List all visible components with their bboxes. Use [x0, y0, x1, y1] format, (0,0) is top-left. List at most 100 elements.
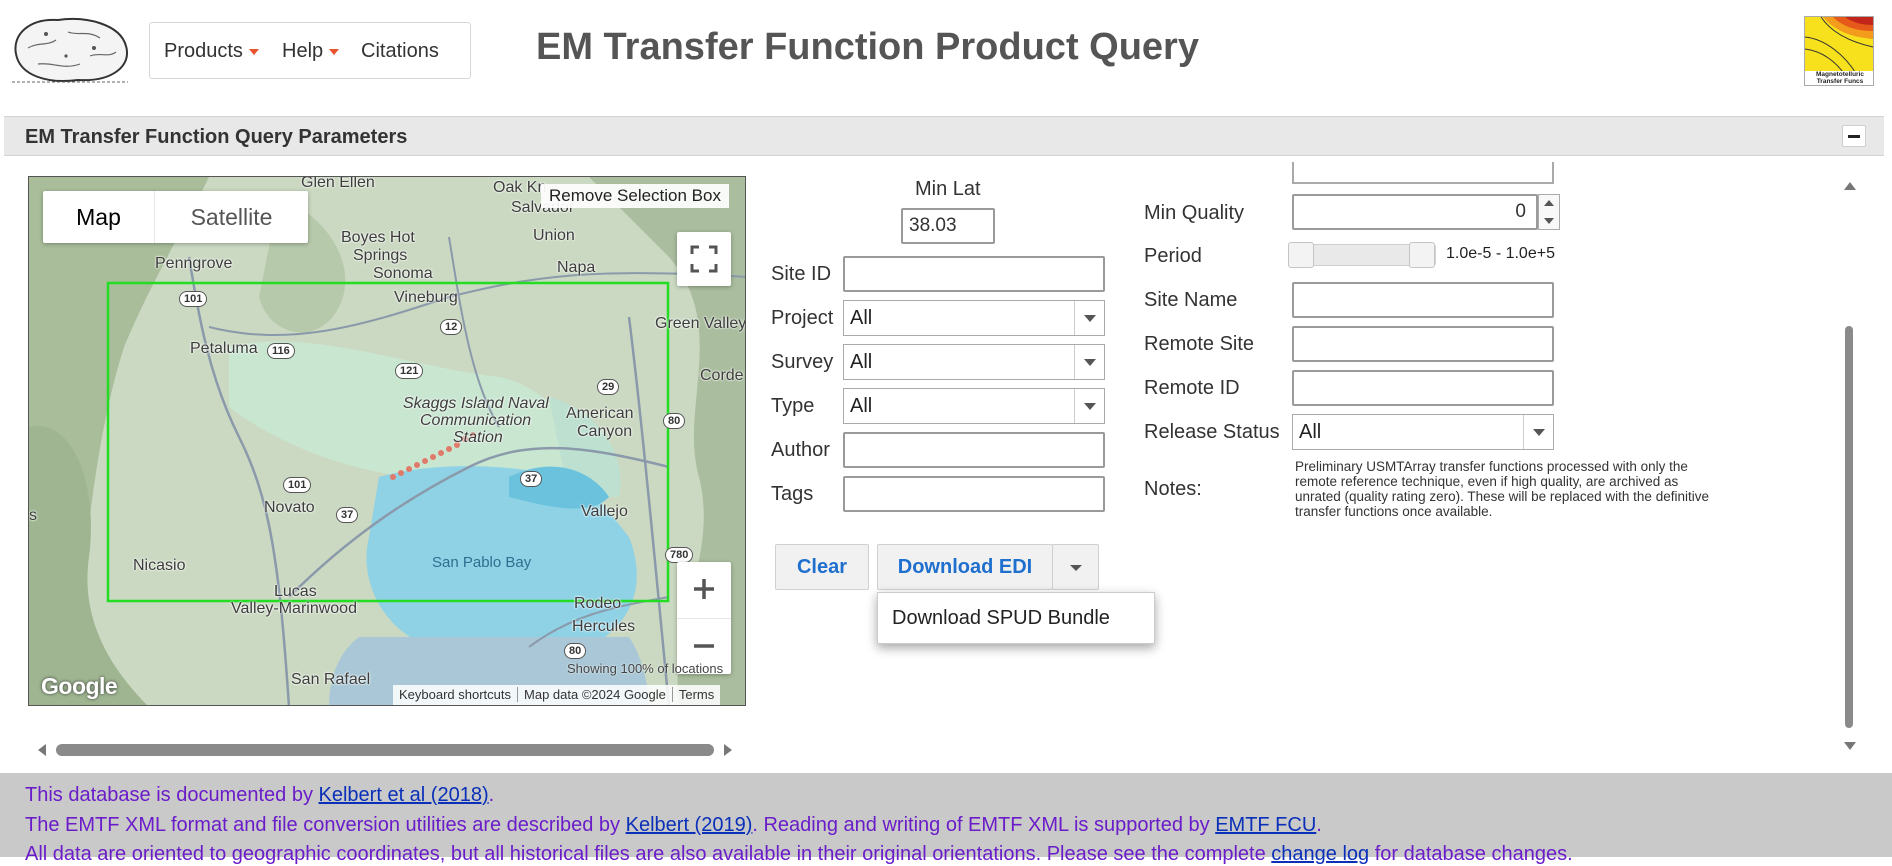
- potato-logo[interactable]: [8, 12, 132, 86]
- site-name-input[interactable]: [1292, 282, 1554, 318]
- period-max-handle[interactable]: [1409, 242, 1435, 268]
- map-label: San Pablo Bay: [432, 554, 532, 571]
- kelbert-2019-link[interactable]: Kelbert (2019): [626, 814, 753, 836]
- map-label: Green Valley: [655, 315, 746, 332]
- map-type-map-button[interactable]: Map: [43, 191, 155, 243]
- map-attribution-bar: Keyboard shortcuts Map data ©2024 Google T…: [393, 685, 721, 705]
- route-shield: 12: [440, 319, 463, 335]
- change-log-link[interactable]: change log: [1271, 843, 1369, 865]
- survey-select[interactable]: All: [843, 344, 1105, 380]
- route-shield: 29: [597, 379, 620, 395]
- fullscreen-button[interactable]: [677, 232, 731, 286]
- footer-text: The EMTF XML format and file conversion …: [25, 814, 626, 836]
- period-range-text: 1.0e-5 - 1.0e+5: [1446, 245, 1555, 262]
- map-label: Valley-Marinwood: [231, 600, 357, 617]
- author-input[interactable]: [843, 432, 1105, 468]
- scroll-left-icon[interactable]: [38, 744, 46, 756]
- map-label: Canyon: [577, 423, 633, 440]
- chevron-down-icon: [1074, 389, 1104, 423]
- nav-citations[interactable]: Citations: [361, 23, 439, 80]
- project-label: Project: [771, 307, 834, 329]
- mt-transfer-funcs-logo[interactable]: Magnetotelluric Transfer Funcs: [1804, 16, 1874, 86]
- map-label: Sonoma: [373, 265, 433, 282]
- panel-header: EM Transfer Function Query Parameters: [4, 116, 1884, 156]
- nav-help-label: Help: [282, 40, 324, 62]
- map-view[interactable]: Glen Ellen Oak Kn Salvador Boyes Hot Spr…: [28, 176, 746, 706]
- zoom-in-button[interactable]: [677, 562, 731, 618]
- map-label: Penngrove: [155, 255, 233, 272]
- footer-line-2: The EMTF XML format and file conversion …: [25, 814, 1322, 837]
- map-label: Napa: [557, 259, 596, 276]
- map-label: Lucas: [274, 583, 317, 600]
- map-label: s: [29, 507, 37, 524]
- type-label: Type: [771, 395, 815, 417]
- mt-logo-text: Magnetotelluric Transfer Funcs: [1815, 71, 1865, 85]
- collapse-button[interactable]: [1842, 125, 1866, 147]
- map-label: Vineburg: [394, 289, 458, 306]
- route-shield: 37: [520, 471, 543, 487]
- route-shield: 37: [336, 507, 359, 523]
- chevron-down-icon: [1523, 415, 1553, 449]
- download-spud-bundle-item[interactable]: Download SPUD Bundle: [892, 593, 1110, 643]
- quantity-stepper[interactable]: [1538, 194, 1560, 230]
- map-label: Corde: [700, 367, 744, 384]
- plus-icon: [694, 579, 714, 599]
- horizontal-scrollbar[interactable]: [34, 740, 734, 760]
- min-quality-input[interactable]: [1292, 194, 1538, 230]
- map-label: Station: [453, 429, 503, 446]
- map-label: Vallejo: [581, 503, 628, 520]
- main-nav: Products Help Citations: [149, 22, 471, 79]
- map-label: Union: [533, 227, 575, 244]
- terms-link[interactable]: Terms: [671, 687, 721, 702]
- notes-label: Notes:: [1144, 478, 1202, 500]
- vertical-scrollbar[interactable]: [1840, 178, 1860, 756]
- min-lat-input[interactable]: [901, 208, 995, 244]
- map-type-satellite-button[interactable]: Satellite: [155, 191, 308, 243]
- download-edi-button[interactable]: Download EDI: [877, 544, 1053, 590]
- map-data-text: Map data ©2024 Google: [517, 687, 672, 702]
- vertical-scroll-thumb[interactable]: [1845, 326, 1853, 728]
- project-select[interactable]: All: [843, 300, 1105, 336]
- route-shield: 116: [267, 343, 295, 359]
- google-logo: Google: [41, 673, 118, 699]
- scroll-up-icon[interactable]: [1844, 182, 1856, 190]
- caret-down-icon: [329, 48, 340, 55]
- horizontal-scroll-thumb[interactable]: [56, 744, 714, 756]
- emtf-fcu-link[interactable]: EMTF FCU: [1215, 814, 1316, 836]
- caret-down-icon: [248, 48, 259, 55]
- panel-title: EM Transfer Function Query Parameters: [25, 126, 408, 148]
- period-slider[interactable]: [1288, 242, 1436, 268]
- remote-site-input[interactable]: [1292, 326, 1554, 362]
- release-status-value: All: [1299, 421, 1322, 443]
- kelbert-2018-link[interactable]: Kelbert et al (2018): [319, 784, 489, 806]
- period-min-handle[interactable]: [1288, 242, 1314, 268]
- nav-help[interactable]: Help: [282, 23, 340, 80]
- scroll-right-icon[interactable]: [724, 744, 732, 756]
- remote-id-label: Remote ID: [1144, 377, 1240, 399]
- showing-locations-text: Showing 100% of locations: [567, 661, 724, 676]
- map-label: San Rafael: [291, 671, 371, 688]
- footer-text: All data are oriented to geographic coor…: [25, 843, 1272, 865]
- download-options-toggle[interactable]: [1052, 544, 1099, 590]
- site-id-label: Site ID: [771, 263, 832, 285]
- period-label: Period: [1144, 245, 1202, 267]
- remove-selection-box-button[interactable]: Remove Selection Box: [541, 184, 729, 208]
- min-lat-label: Min Lat: [915, 178, 981, 200]
- tags-input[interactable]: [843, 476, 1105, 512]
- release-status-select[interactable]: All: [1292, 414, 1554, 450]
- keyboard-shortcuts-link[interactable]: Keyboard shortcuts: [393, 687, 517, 702]
- map-label: Petaluma: [190, 340, 258, 357]
- remote-id-input[interactable]: [1292, 370, 1554, 406]
- type-select-value: All: [850, 395, 873, 417]
- map-label: Nicasio: [133, 557, 186, 574]
- fullscreen-icon: [690, 245, 718, 273]
- site-id-input[interactable]: [843, 256, 1105, 292]
- project-select-value: All: [850, 307, 873, 329]
- route-shield: 101: [283, 477, 312, 493]
- type-select[interactable]: All: [843, 388, 1105, 424]
- scroll-down-icon[interactable]: [1844, 742, 1856, 750]
- nav-products[interactable]: Products: [164, 23, 259, 80]
- survey-label: Survey: [771, 351, 834, 373]
- map-label: Novato: [264, 499, 315, 516]
- clear-button[interactable]: Clear: [775, 544, 869, 590]
